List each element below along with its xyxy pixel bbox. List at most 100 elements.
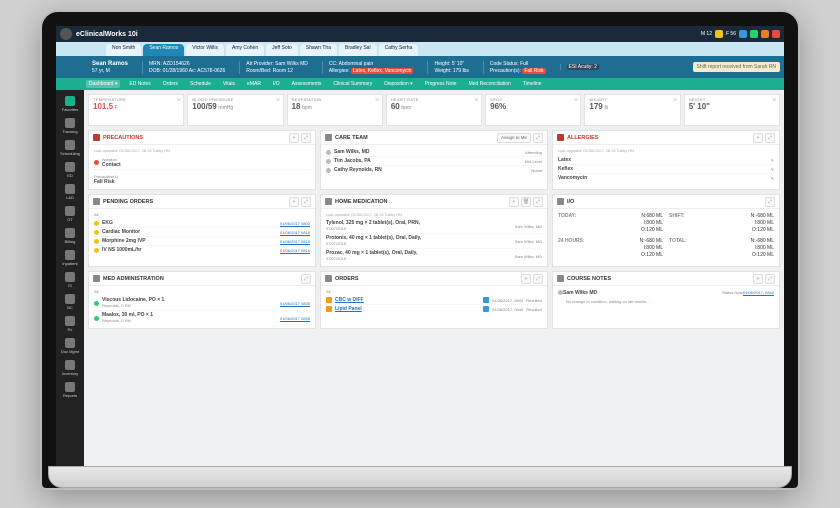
allergy-row[interactable]: Vancomycin✎ (558, 174, 774, 182)
add-button[interactable]: + (753, 274, 763, 284)
order-icon (94, 221, 99, 226)
given-icon (94, 316, 99, 321)
order-row[interactable]: CBC w DIFF 01/06/2017, 0840 Resulted (326, 296, 542, 305)
sidebar-item-inventory[interactable]: Inventory (60, 358, 80, 378)
reports-icon (65, 382, 75, 392)
sidebar-item-rx[interactable]: Rx (60, 314, 80, 334)
notes-icon (557, 275, 564, 282)
isolation-icon (94, 160, 99, 165)
care-team-row[interactable]: Tim Jacobs, PAMid-Level (326, 157, 542, 166)
order-row[interactable]: Lipid Panel 01/06/2017, 0840 Resulted (326, 305, 542, 313)
add-button[interactable]: + (289, 133, 299, 143)
care-team-row[interactable]: Sam Wilks, MDAttending (326, 148, 542, 157)
ribbon-tab[interactable]: Schedule (187, 80, 214, 88)
patient-tab[interactable]: Bradley Sal (339, 44, 377, 56)
ribbon-tab[interactable]: Clinical Summary (330, 80, 375, 88)
edit-icon[interactable]: ✎ (771, 158, 774, 163)
app-name: eClinicalWorks 10i (76, 31, 138, 38)
sidebar-item-ld[interactable]: L&D (60, 182, 80, 202)
pending-order-row[interactable]: IV NS 1000mL/hr01/06/2017 0816 (94, 246, 310, 254)
patient-tab[interactable]: Amy Cohen (226, 44, 264, 56)
add-button[interactable]: + (289, 197, 299, 207)
settings-icon[interactable] (761, 30, 769, 38)
vital-tile[interactable]: ⇲SpO296% (485, 94, 581, 126)
sidebar-item-ed[interactable]: ED (60, 160, 80, 180)
delete-button[interactable]: 🗑 (521, 197, 531, 207)
care-team-row[interactable]: Cathy Reynolds, RNNurse (326, 166, 542, 174)
expand-button[interactable]: ⤢ (765, 197, 775, 207)
vital-tile[interactable]: ⇲HEIGHT5' 10" (684, 94, 780, 126)
allergy-row[interactable]: Keflex✎ (558, 165, 774, 174)
pending-order-row[interactable]: Cardiac Monitor01/06/2017 0815 (94, 228, 310, 237)
ribbon-tab[interactable]: Assessments (289, 80, 325, 88)
assign-to-me-button[interactable]: Assign to Me (497, 133, 531, 143)
sidebar-item-scheduling[interactable]: Scheduling (60, 138, 80, 158)
sidebar-item-bc[interactable]: BC (60, 292, 80, 312)
bell-icon[interactable] (715, 30, 723, 38)
chart-icon[interactable] (483, 297, 489, 303)
patient-name: Sean Ramos (92, 61, 128, 67)
sidebar-item-inpatient[interactable]: Inpatient (60, 248, 80, 268)
ribbon-tab[interactable]: ED Notes (126, 80, 153, 88)
add-button[interactable]: + (753, 133, 763, 143)
expand-button[interactable]: ⤢ (301, 274, 311, 284)
allergy-row[interactable]: Latex✎ (558, 156, 774, 165)
med-admin-row[interactable]: Maalox, 30 ml, PO × 1Reynolds, C RN01/06… (94, 311, 310, 325)
help-icon[interactable] (750, 30, 758, 38)
ribbon-tab[interactable]: Progress Note (422, 80, 460, 88)
ribbon-tab[interactable]: Dashboard ▾ (86, 80, 120, 88)
patient-tab[interactable]: Sean Ramos (143, 44, 184, 56)
logout-icon[interactable] (772, 30, 780, 38)
order-icon (94, 230, 99, 235)
home-med-row[interactable]: Prozac, 40 mg × 1 tablet(s), Oral, Daily… (326, 249, 542, 263)
edit-icon[interactable]: ✎ (771, 176, 774, 181)
laptop-base (48, 466, 792, 488)
ribbon-tab[interactable]: Med Reconciliation (466, 80, 514, 88)
sidebar-item-reports[interactable]: Reports (60, 380, 80, 400)
edit-icon[interactable]: ✎ (771, 167, 774, 172)
expand-button[interactable]: ⤢ (533, 133, 543, 143)
shift-note[interactable]: Shift report received from Sarah RN (693, 62, 780, 72)
home-icon (325, 198, 332, 205)
pending-order-row[interactable]: Morphine 2mg IVP01/06/2017 0816 (94, 237, 310, 246)
person-icon (326, 150, 331, 155)
ribbon-tab[interactable]: Disposition ▾ (381, 80, 415, 88)
course-note-row[interactable]: Sam Wilks MDStatus Note 01/06/2017, 0840… (558, 289, 774, 305)
expand-button[interactable]: ⤢ (533, 197, 543, 207)
vital-tile[interactable]: ⇲TEMPERATURE101.5 F (88, 94, 184, 126)
patient-tab[interactable]: Victor Willis (186, 44, 224, 56)
ribbon-tab[interactable]: Orders (160, 80, 181, 88)
add-button[interactable]: + (509, 197, 519, 207)
vital-tile[interactable]: ⇲RESPIRATION18 bpm (287, 94, 383, 126)
ribbon-tab[interactable]: I/O (270, 80, 283, 88)
add-button[interactable]: + (521, 274, 531, 284)
sidebar-item-is[interactable]: IS (60, 270, 80, 290)
sidebar-item-billing[interactable]: Billing (60, 226, 80, 246)
sidebar-item-favorites[interactable]: Favorites (60, 94, 80, 114)
sidebar-item-docmgmt[interactable]: Doc Mgmt (60, 336, 80, 356)
patient-tab[interactable]: Non Smith (106, 44, 141, 56)
refresh-icon[interactable] (739, 30, 747, 38)
expand-button[interactable]: ⤢ (301, 197, 311, 207)
patient-tab[interactable]: Shawn Tha (300, 44, 337, 56)
sidebar-item-tracking[interactable]: Tracking (60, 116, 80, 136)
vital-tile[interactable]: ⇲HEART RATE60 bpm (386, 94, 482, 126)
pending-order-row[interactable]: EKG01/06/2017 0800 (94, 219, 310, 228)
ribbon-tab[interactable]: Vitals (220, 80, 238, 88)
expand-button[interactable]: ⤢ (533, 274, 543, 284)
vital-tile[interactable]: ⇲WEIGHT179 lb (584, 94, 680, 126)
expand-button[interactable]: ⤢ (301, 133, 311, 143)
chart-icon[interactable] (483, 306, 489, 312)
ribbon-tab[interactable]: eMAR (244, 80, 264, 88)
home-med-row[interactable]: Protonix, 40 mg × 1 tablet(s), Oral, Dai… (326, 234, 542, 249)
expand-button[interactable]: ⤢ (765, 133, 775, 143)
patient-tab[interactable]: Cathy Serha (379, 44, 419, 56)
ribbon-tab[interactable]: Timeline (520, 80, 545, 88)
expand-button[interactable]: ⤢ (765, 274, 775, 284)
home-med-row[interactable]: Tylenol, 325 mg × 2 tablet(s), Oral, PRN… (326, 219, 542, 234)
med-admin-row[interactable]: Viscous Lidocaine, PO × 1Reynolds, C RN0… (94, 296, 310, 311)
home-medication-card: HOME MEDICATION + 🗑 ⤢ Last updated: 01/0… (320, 194, 548, 267)
vital-tile[interactable]: ⇲BLOOD PRESSURE100/59 mmHg (187, 94, 283, 126)
patient-tab[interactable]: Jeff Soto (266, 44, 298, 56)
sidebar-item-ot[interactable]: OT (60, 204, 80, 224)
